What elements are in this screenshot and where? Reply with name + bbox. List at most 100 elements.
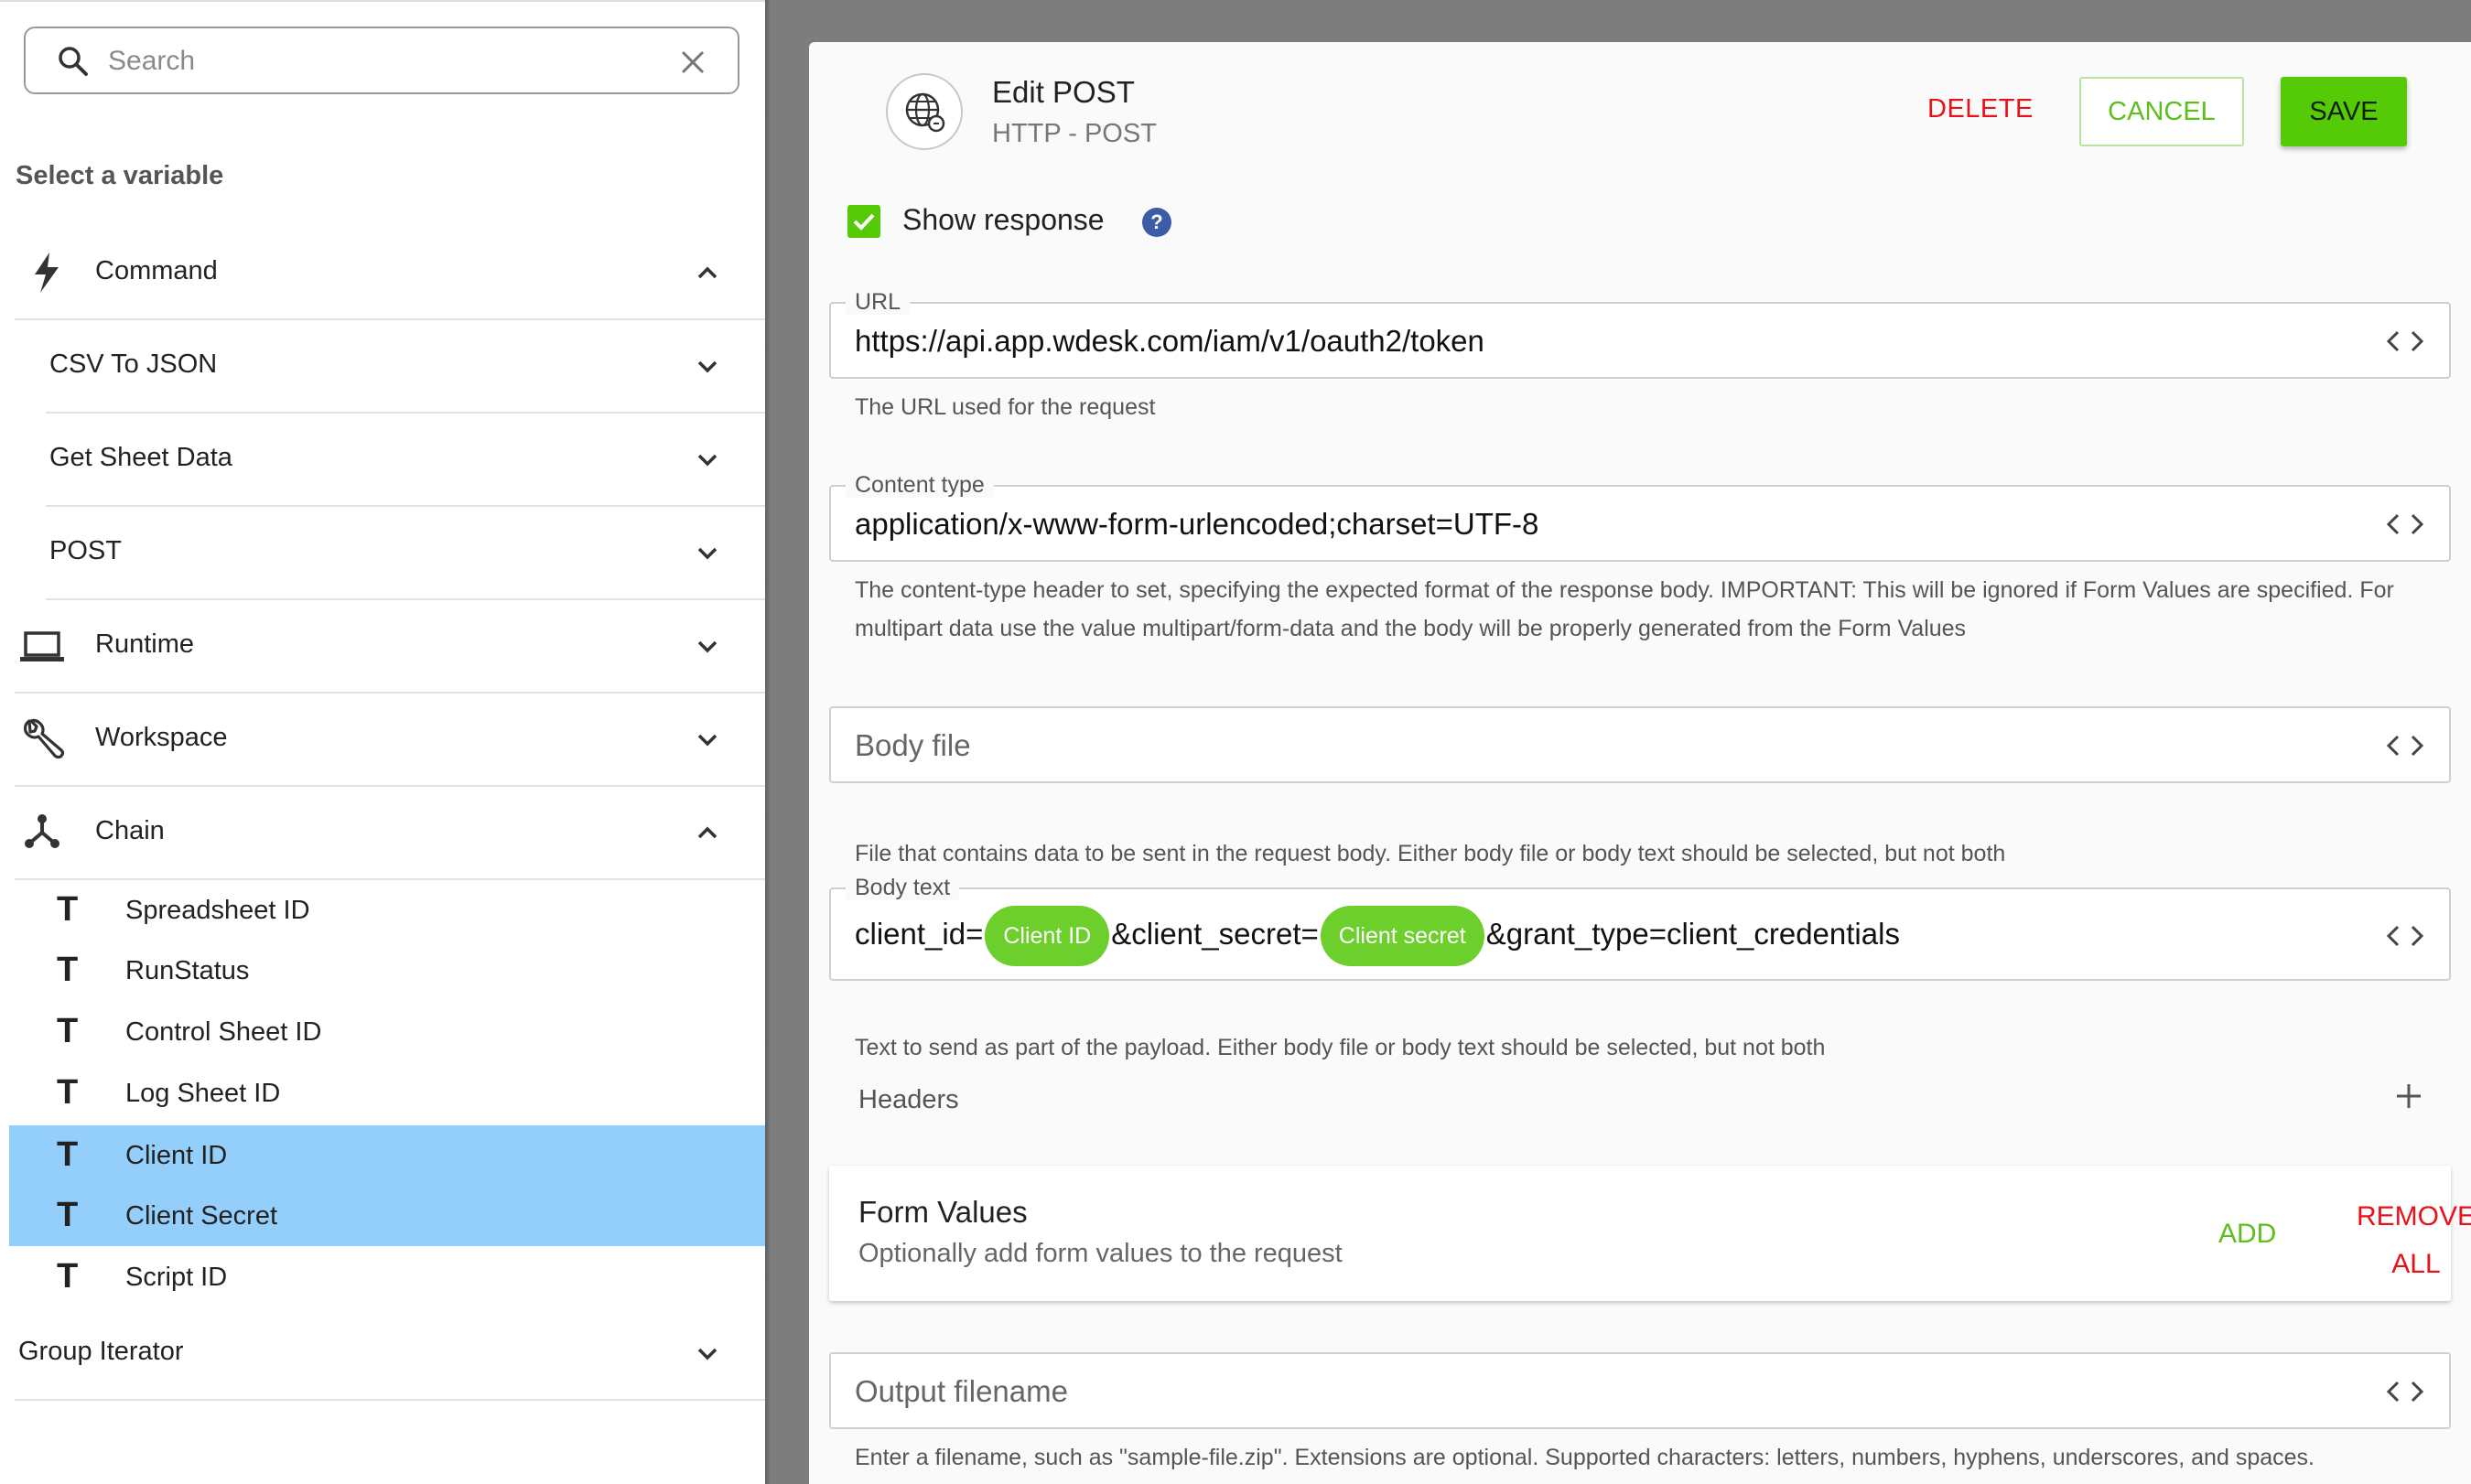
chevron-up-icon[interactable] [694,259,721,286]
group-csv-to-json[interactable]: CSV To JSON [46,319,765,413]
show-response-label[interactable]: Show response [902,203,1105,237]
group-chain[interactable]: Chain [15,786,765,879]
body-text-field[interactable]: Body text client_id= Client ID &client_sec… [829,875,2451,981]
chain-item-client-id[interactable]: T Client ID [9,1125,765,1186]
body-text-value[interactable]: client_id= Client ID &client_secret= Client… [855,904,1900,967]
group-label: Workspace [95,723,228,752]
chain-item-client-secret[interactable]: T Client Secret [9,1186,765,1246]
body-file-placeholder: Body file [855,728,971,762]
section-title: Select a variable [16,161,224,190]
group-post[interactable]: POST [46,506,765,599]
group-label: CSV To JSON [49,349,218,379]
add-form-value-button[interactable]: ADD [2218,1219,2276,1250]
group-get-sheet-data[interactable]: Get Sheet Data [46,413,765,506]
output-filename-field[interactable]: Output filename [829,1352,2451,1429]
chevron-down-icon[interactable] [694,1339,721,1367]
body-text-part: &client_secret= [1111,917,1319,951]
laptop-icon [20,631,64,661]
chain-item-runstatus[interactable]: T RunStatus [9,941,765,1001]
chevron-down-icon[interactable] [694,352,721,380]
help-icon[interactable]: ? [1142,208,1171,237]
text-type-icon: T [57,890,79,929]
wrench-icon [23,718,65,759]
body-file-field[interactable]: Body file [829,706,2451,783]
text-type-icon: T [57,1073,79,1112]
content-type-value[interactable]: application/x-www-form-urlencoded;charse… [855,507,1538,542]
variable-chip-client-id[interactable]: Client ID [985,906,1110,967]
chevron-down-icon[interactable] [694,726,721,753]
page-subtitle: HTTP - POST [992,119,1157,148]
text-type-icon: T [57,1012,79,1050]
code-toggle-icon[interactable] [2385,924,2425,948]
chain-item-label: RunStatus [125,956,250,985]
group-runtime[interactable]: Runtime [15,599,765,693]
text-type-icon: T [57,951,79,989]
search-icon [59,47,88,76]
headers-label: Headers [858,1085,959,1114]
form-values-subtitle: Optionally add form values to the reques… [858,1239,1343,1268]
cancel-button[interactable]: CANCEL [2079,77,2244,146]
content-type-help: The content-type header to set, specifyi… [855,577,2394,641]
url-value[interactable]: https://api.app.wdesk.com/iam/v1/oauth2/… [855,324,1484,359]
remove-all-line1: REMOVE [2356,1201,2471,1231]
chevron-up-icon[interactable] [694,819,721,846]
delete-button[interactable]: DELETE [1927,94,2034,124]
chain-item-label: Client ID [125,1141,228,1170]
text-type-icon: T [57,1135,79,1174]
body-file-help: File that contains data to be sent in th… [855,841,2006,866]
remove-all-button[interactable]: REMOVE ALL [2334,1193,2471,1288]
text-type-icon: T [57,1196,79,1234]
chain-item-label: Control Sheet ID [125,1017,322,1047]
chain-item-label: Spreadsheet ID [125,896,310,925]
chevron-down-icon[interactable] [694,446,721,473]
code-toggle-icon[interactable] [2385,734,2425,758]
group-command[interactable]: Command [15,226,765,319]
http-globe-icon [886,73,963,150]
variable-picker-panel: Select a variable Command CSV To JSON Ge… [0,0,765,1484]
group-label: Runtime [95,629,194,659]
url-legend: URL [846,289,911,315]
show-response-checkbox[interactable] [847,205,880,238]
clear-search-icon[interactable] [679,48,707,76]
body-text-help: Text to send as part of the payload. Eit… [855,1035,1826,1060]
add-header-icon[interactable] [2392,1080,2425,1113]
group-workspace[interactable]: Workspace [15,693,765,786]
bolt-icon [35,253,59,293]
chain-item-script-id[interactable]: T Script ID [9,1247,765,1307]
group-label: Command [95,256,218,285]
variable-chip-client-secret[interactable]: Client secret [1320,906,1484,967]
page-title: Edit POST [992,75,1135,109]
remove-all-line2: ALL [2391,1249,2441,1279]
chain-item-label: Log Sheet ID [125,1079,281,1108]
group-label: Get Sheet Data [49,443,232,472]
chain-item-log-sheet-id[interactable]: T Log Sheet ID [9,1063,765,1124]
code-toggle-icon[interactable] [2385,1380,2425,1403]
body-text-legend: Body text [846,875,960,900]
text-type-icon: T [57,1257,79,1296]
chevron-down-icon[interactable] [694,539,721,566]
content-type-field[interactable]: Content type application/x-www-form-urle… [829,472,2451,562]
output-filename-help: Enter a filename, such as "sample-file.z… [855,1445,2315,1470]
body-text-part: client_id= [855,917,984,951]
chain-item-label: Script ID [125,1263,228,1292]
edit-post-panel: Edit POST HTTP - POST DELETE CANCEL SAVE… [809,42,2471,1484]
search-box [24,27,739,94]
group-label: Chain [95,816,165,845]
chain-icon [25,814,59,848]
save-button[interactable]: SAVE [2281,77,2407,146]
group-label: POST [49,536,122,565]
search-input[interactable] [108,39,675,83]
output-filename-placeholder: Output filename [855,1374,1068,1408]
url-field[interactable]: URL https://api.app.wdesk.com/iam/v1/oau… [829,289,2451,379]
body-text-part: &grant_type=client_credentials [1485,917,1900,951]
chevron-down-icon[interactable] [694,632,721,660]
code-toggle-icon[interactable] [2385,329,2425,353]
content-type-legend: Content type [846,472,994,498]
code-toggle-icon[interactable] [2385,512,2425,536]
group-group-iterator[interactable]: Group Iterator [15,1307,765,1400]
chain-item-control-sheet-id[interactable]: T Control Sheet ID [9,1002,765,1062]
check-icon [853,213,875,231]
form-values-card: Form Values Optionally add form values t… [829,1166,2471,1301]
form-values-title: Form Values [858,1195,1028,1229]
chain-item-spreadsheet-id[interactable]: T Spreadsheet ID [9,880,765,941]
